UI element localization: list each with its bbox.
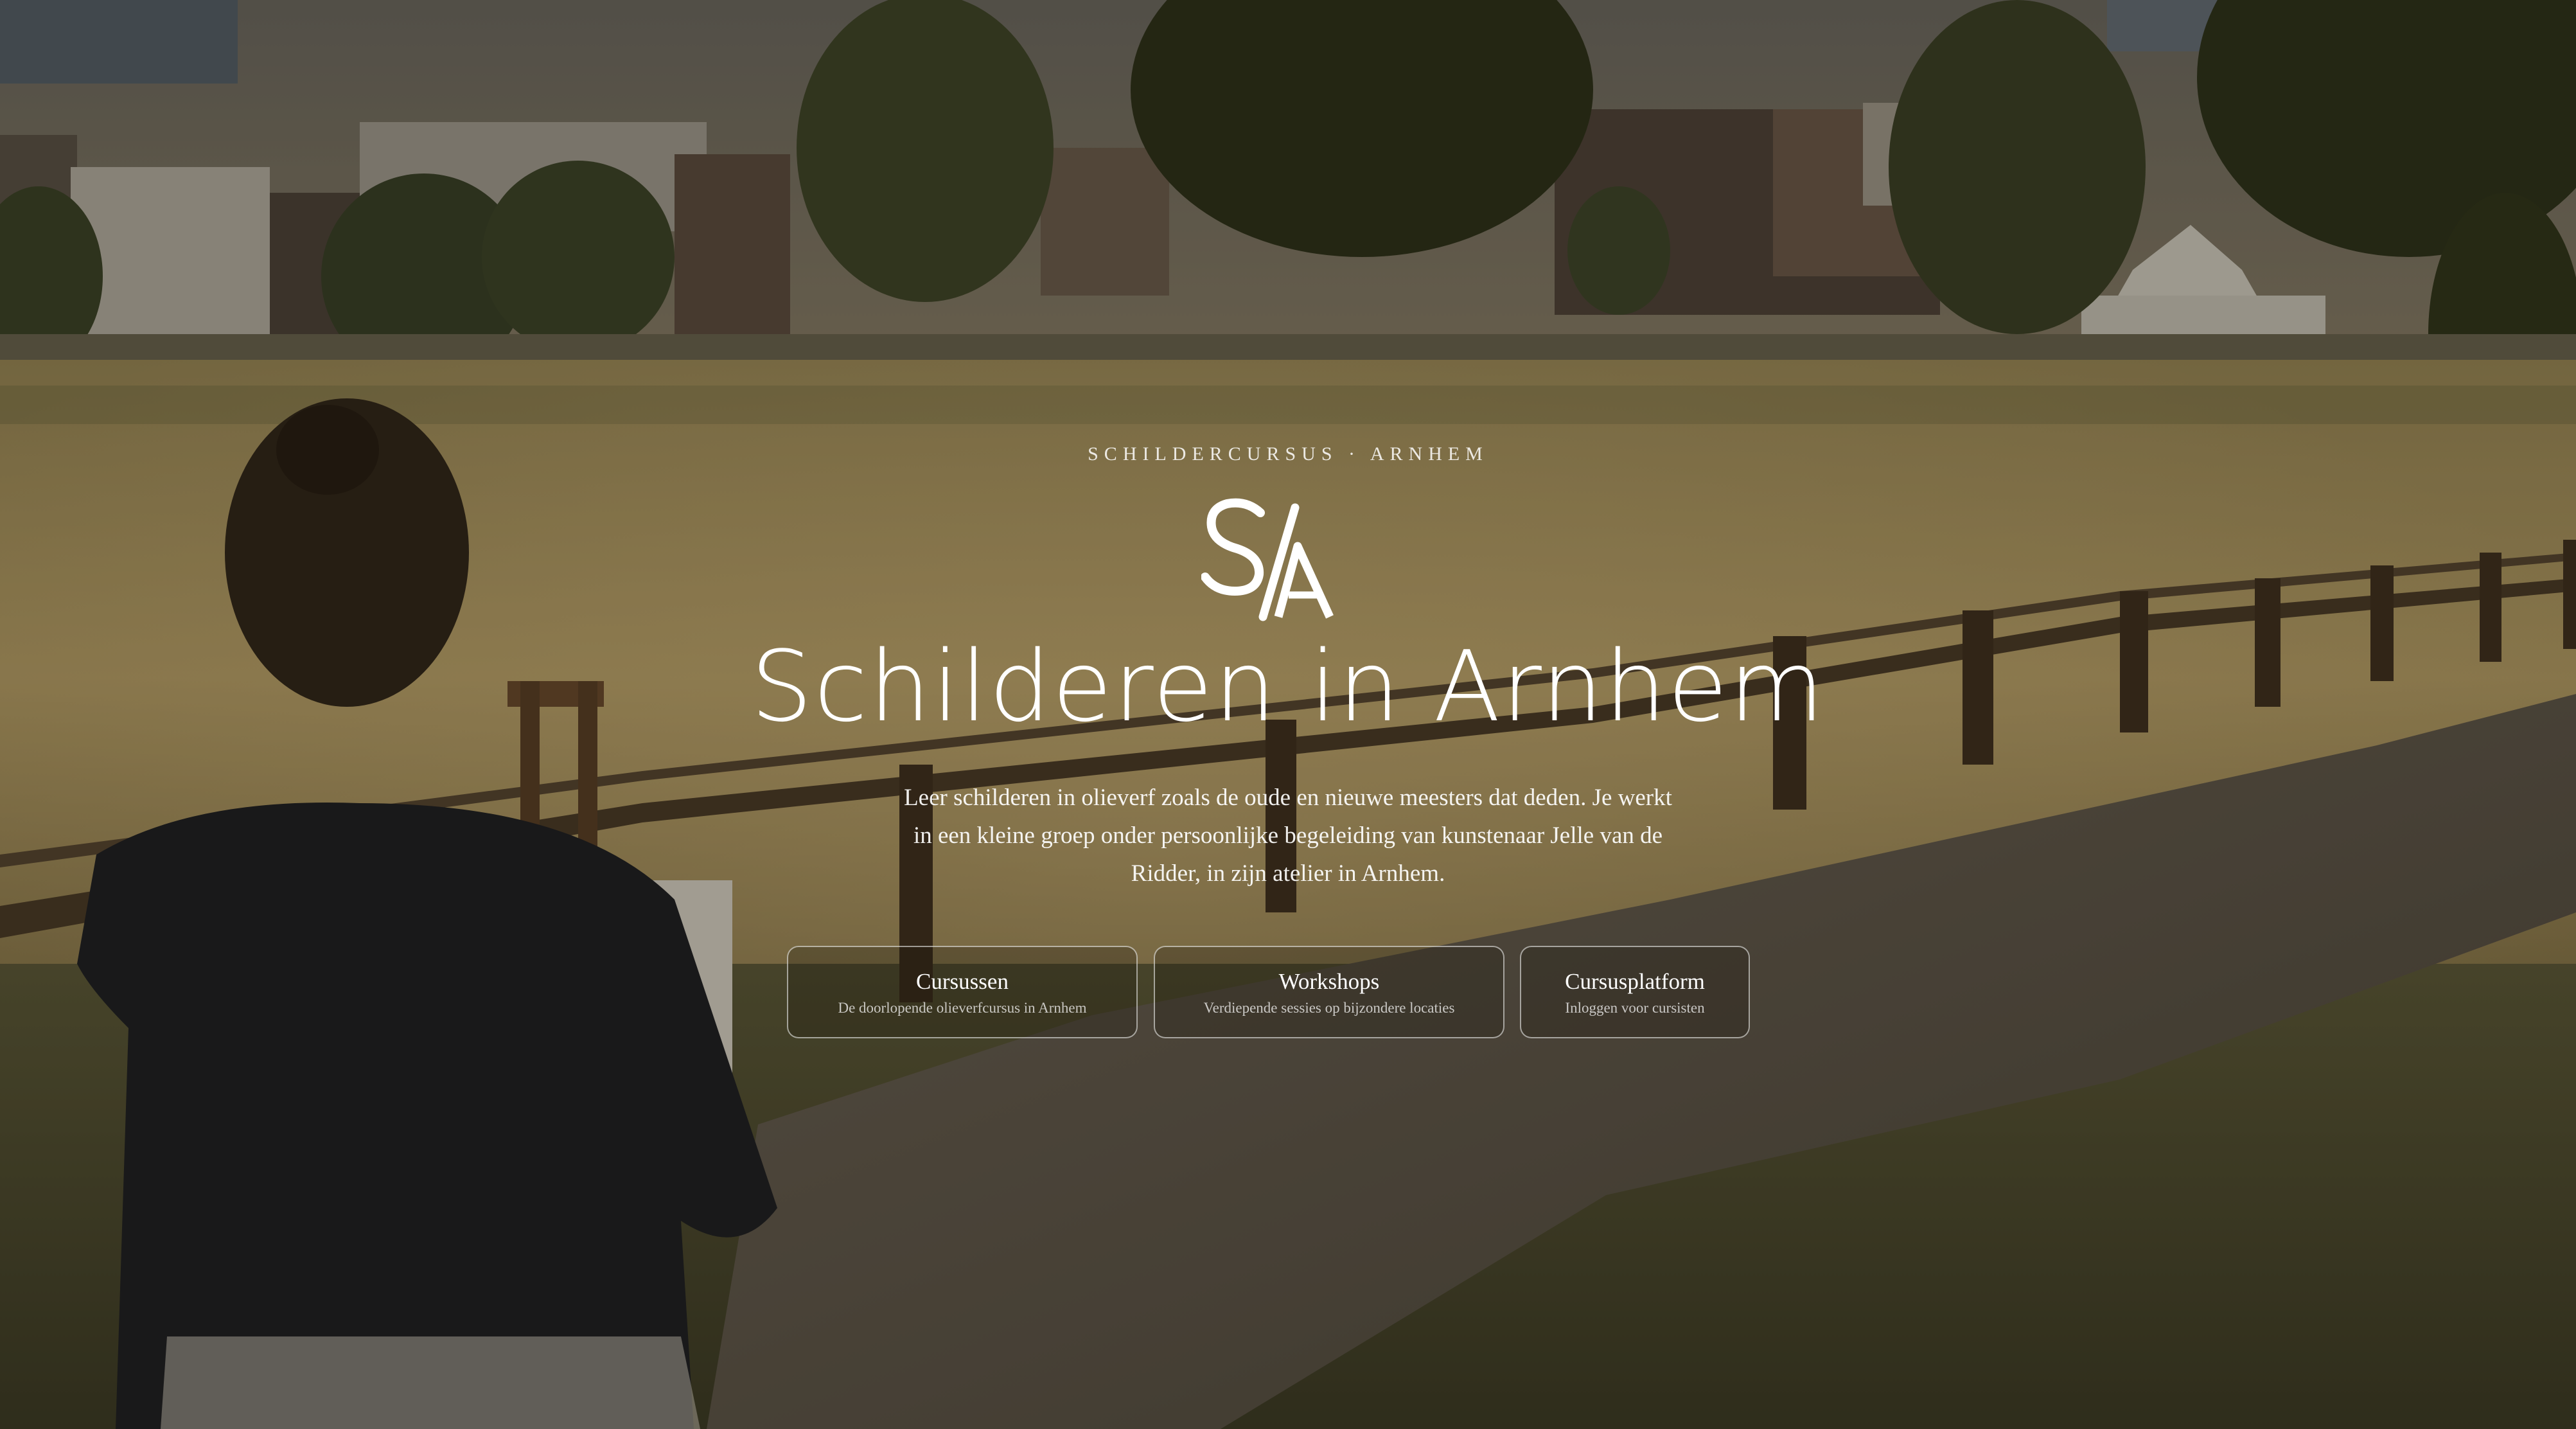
hero-eyebrow: SCHILDERCURSUS · ARNHEM	[1088, 443, 1488, 465]
courses-button-title: Cursussen	[916, 969, 1009, 994]
logo-icon[interactable]	[1201, 495, 1336, 623]
course-platform-button-title: Cursusplatform	[1565, 969, 1705, 994]
hero-lead-text: Leer schilderen in olieverf zoals de oud…	[904, 785, 1672, 887]
page-title: Schilderen in Arnhem	[750, 630, 1826, 743]
hero-content: SCHILDERCURSUS · ARNHEM Schilderen in Ar…	[0, 0, 2576, 1429]
course-platform-button-subtitle: Inloggen voor cursisten	[1565, 1000, 1705, 1016]
hero-section: SCHILDERCURSUS · ARNHEM Schilderen in Ar…	[0, 0, 2576, 1429]
workshops-button-title: Workshops	[1278, 969, 1380, 994]
workshops-button[interactable]: Workshops Verdiepende sessies op bijzond…	[1154, 946, 1504, 1038]
workshops-button-subtitle: Verdiepende sessies op bijzondere locati…	[1203, 1000, 1455, 1016]
courses-button-subtitle: De doorlopende olieverfcursus in Arnhem	[838, 1000, 1087, 1016]
hero-nav-buttons: Cursussen De doorlopende olieverfcursus …	[0, 946, 2576, 1040]
courses-button[interactable]: Cursussen De doorlopende olieverfcursus …	[787, 946, 1138, 1038]
course-platform-button[interactable]: Cursusplatform Inloggen voor cursisten	[1520, 946, 1750, 1038]
